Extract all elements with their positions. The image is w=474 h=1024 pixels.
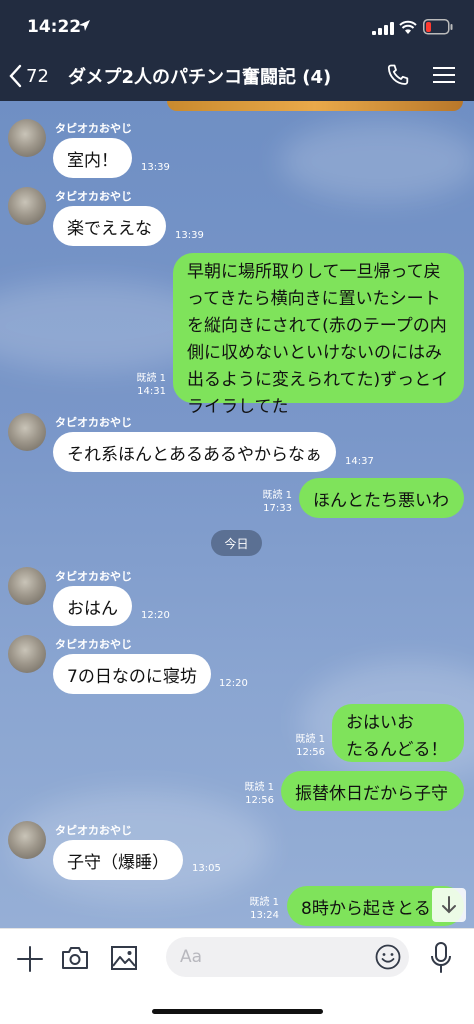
sender-name: タピオカおやじ xyxy=(55,570,132,583)
message-time: 12:56 xyxy=(245,795,274,806)
microphone-icon[interactable] xyxy=(430,942,452,974)
location-arrow-icon xyxy=(79,20,90,31)
message-line: 出るように変えられてた)ずっとイ xyxy=(187,370,449,390)
avatar[interactable] xyxy=(8,635,46,673)
message-time: 13:05 xyxy=(192,863,221,874)
message-line: おはいお xyxy=(346,713,414,733)
chat-title: ダメプ2人のパチンコ奮闘記 (4) xyxy=(68,67,332,88)
read-receipt: 既読 1 xyxy=(262,490,292,501)
incoming-message-bubble[interactable]: おはん xyxy=(53,586,132,626)
phone-icon[interactable] xyxy=(386,63,410,87)
incoming-message-bubble[interactable]: それ系ほんとあるあるやからなぁ xyxy=(53,432,336,472)
message-line: 早朝に場所取りして一旦帰って戻 xyxy=(187,262,441,282)
message-line: ってきたら横向きに置いたシート xyxy=(187,289,441,309)
message-input-bar xyxy=(0,928,474,1024)
status-time: 14:22 xyxy=(27,17,82,37)
top-bar: 14:22 72 ダメプ2人のパチンコ奮闘記 (4) xyxy=(0,0,474,101)
read-receipt: 既読 1 xyxy=(244,782,274,793)
camera-icon[interactable] xyxy=(61,946,89,970)
outgoing-message-bubble[interactable]: ほんとたち悪いわ xyxy=(299,478,464,518)
sender-name: タピオカおやじ xyxy=(55,824,132,837)
message-line: を縦向きにされて(赤のテープの内 xyxy=(187,316,447,336)
avatar[interactable] xyxy=(8,119,46,157)
message-time: 14:37 xyxy=(345,456,374,467)
date-divider: 今日 xyxy=(211,530,262,556)
plus-icon[interactable] xyxy=(16,945,44,973)
sender-name: タピオカおやじ xyxy=(55,638,132,651)
message-time: 17:33 xyxy=(263,503,292,514)
message-line: たるんどる！ xyxy=(346,740,448,760)
image-icon[interactable] xyxy=(110,945,138,971)
arrow-down-icon xyxy=(442,896,456,914)
wifi-icon xyxy=(399,20,417,34)
read-receipt: 既読 1 xyxy=(249,897,279,908)
message-time: 13:39 xyxy=(141,162,170,173)
incoming-message-bubble[interactable]: 楽でええな xyxy=(53,206,166,246)
message-time: 13:24 xyxy=(250,910,279,921)
avatar[interactable] xyxy=(8,567,46,605)
emoji-icon[interactable] xyxy=(375,944,401,970)
read-receipt: 既読 1 xyxy=(295,734,325,745)
battery-icon xyxy=(423,19,453,35)
avatar[interactable] xyxy=(8,187,46,225)
image-message-preview[interactable] xyxy=(167,101,463,111)
chevron-left-icon xyxy=(9,64,22,88)
sender-name: タピオカおやじ xyxy=(55,122,132,135)
message-time: 12:20 xyxy=(219,678,248,689)
outgoing-message-bubble[interactable]: おはいお たるんどる！ xyxy=(332,704,464,762)
hamburger-menu-icon[interactable] xyxy=(433,66,455,84)
message-time: 14:31 xyxy=(137,386,166,397)
incoming-message-bubble[interactable]: 子守（爆睡） xyxy=(53,840,183,880)
chat-messages-area[interactable]: タピオカおやじ 室内！ 13:39 タピオカおやじ 楽でええな 13:39 既読… xyxy=(0,101,474,928)
message-line: 側に収めないといけないのにはみ xyxy=(187,343,442,363)
outgoing-message-bubble[interactable]: 早朝に場所取りして一旦帰って戻 ってきたら横向きに置いたシート を縦向きにされて… xyxy=(173,253,464,417)
avatar[interactable] xyxy=(8,413,46,451)
avatar[interactable] xyxy=(8,821,46,859)
scroll-to-bottom-button[interactable] xyxy=(432,888,466,922)
read-receipt: 既読 1 xyxy=(136,373,166,384)
back-unread-count: 72 xyxy=(26,65,49,87)
background-cloud xyxy=(280,121,474,201)
message-line: ライラしてた xyxy=(187,397,289,417)
sender-name: タピオカおやじ xyxy=(55,416,132,429)
sender-name: タピオカおやじ xyxy=(55,190,132,203)
incoming-message-bubble[interactable]: 室内！ xyxy=(53,138,132,178)
message-input[interactable] xyxy=(166,937,409,977)
message-time: 13:39 xyxy=(175,230,204,241)
back-button[interactable]: 72 xyxy=(8,60,49,92)
incoming-message-bubble[interactable]: 7の日なのに寝坊 xyxy=(53,654,211,694)
status-bar: 14:22 xyxy=(0,0,474,56)
outgoing-message-bubble[interactable]: 振替休日だから子守 xyxy=(281,771,464,811)
message-time: 12:20 xyxy=(141,610,170,621)
message-time: 12:56 xyxy=(296,747,325,758)
home-indicator xyxy=(152,1009,323,1014)
cellular-signal-icon xyxy=(372,22,394,35)
